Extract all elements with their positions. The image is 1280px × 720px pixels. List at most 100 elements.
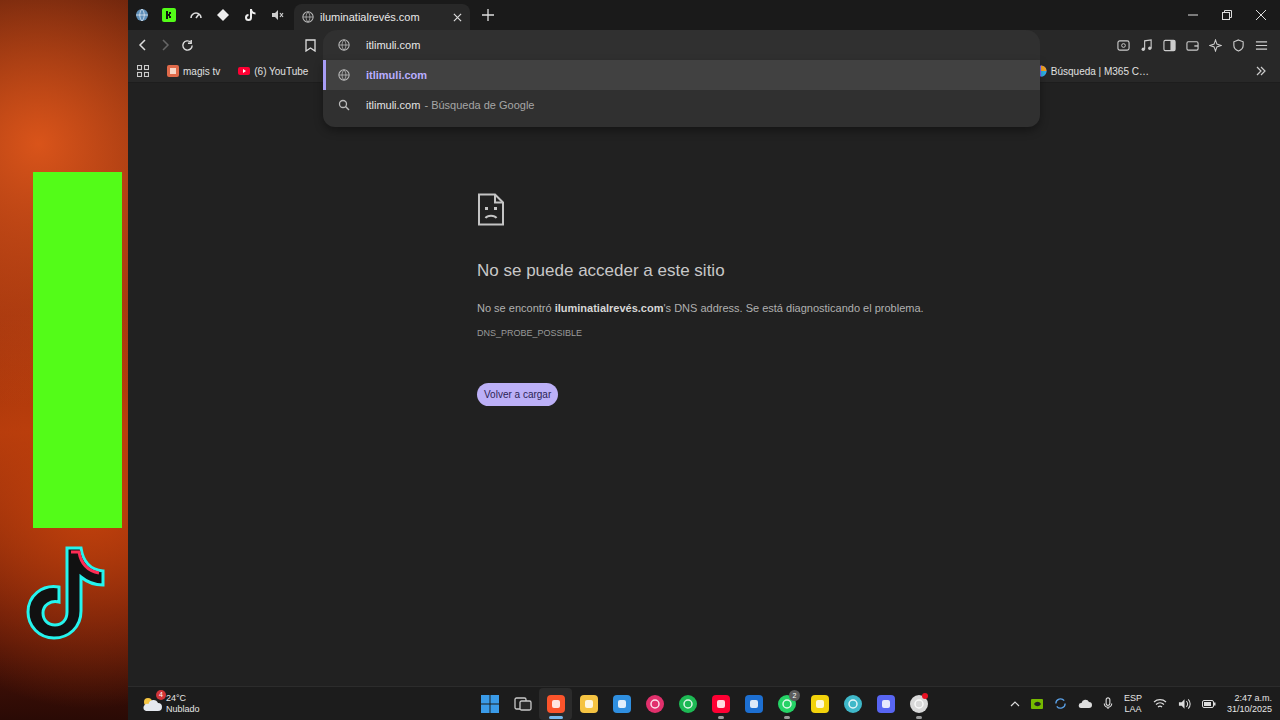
new-tab-plus-icon[interactable] xyxy=(482,9,494,21)
bookmark-button[interactable] xyxy=(299,34,321,56)
battery-icon[interactable] xyxy=(1202,699,1216,709)
error-code: DNS_PROBE_POSSIBLE xyxy=(477,328,582,338)
pinned-tab[interactable] xyxy=(236,3,263,27)
desktop: iluminatialrevés.comitlimuli.comitlimuli… xyxy=(0,0,1280,720)
instagram-icon xyxy=(645,694,665,714)
diamond-icon xyxy=(216,8,230,22)
back-button[interactable] xyxy=(132,34,154,56)
bookmark-item[interactable]: (6) YouTube xyxy=(233,61,313,81)
tiktok-logo-icon xyxy=(19,538,109,648)
reload-page-button[interactable]: Volver a cargar xyxy=(477,383,558,406)
pinned-tab[interactable] xyxy=(263,3,290,27)
suggestion-row[interactable]: itlimuli.com- Búsqueda de Google xyxy=(323,90,1040,120)
gauge-icon xyxy=(189,8,203,22)
tiktok-icon xyxy=(243,8,257,22)
screenshot-button[interactable] xyxy=(1112,34,1134,56)
taskbar-app[interactable] xyxy=(803,688,836,720)
menu-button[interactable] xyxy=(1250,34,1272,56)
suggestion-suffix: - Búsqueda de Google xyxy=(424,99,534,111)
error-title: No se puede acceder a este sitio xyxy=(477,260,725,282)
minimize-icon xyxy=(1188,10,1198,20)
taskbar-app[interactable] xyxy=(902,688,935,720)
close-icon[interactable] xyxy=(453,13,462,22)
bookmark-item[interactable]: magis tv xyxy=(162,61,225,81)
weather-temperature: 24°C xyxy=(166,693,200,704)
browser-tab[interactable]: iluminatialrevés.com xyxy=(294,4,470,30)
grid-icon xyxy=(137,65,149,77)
overlay-graphic xyxy=(33,172,122,528)
restore-icon xyxy=(1222,10,1232,20)
wallet-icon xyxy=(1186,39,1199,52)
taskbar-app[interactable] xyxy=(638,688,671,720)
leo-ai-button[interactable] xyxy=(1204,34,1226,56)
pinned-tab[interactable] xyxy=(155,3,182,27)
forward-arrow-icon xyxy=(159,39,171,51)
taskbar-app[interactable] xyxy=(704,688,737,720)
cloud-icon[interactable] xyxy=(1078,699,1092,709)
taskbar-app[interactable] xyxy=(671,688,704,720)
system-tray: ESPLAA 2:47 a.m.31/10/2025 xyxy=(1010,693,1280,715)
running-indicator xyxy=(784,716,790,719)
suggestion-row[interactable]: itlimuli.com xyxy=(323,60,1040,90)
microphone-icon[interactable] xyxy=(1103,697,1113,710)
windows-start-icon xyxy=(481,695,499,713)
taskbar-app[interactable] xyxy=(539,688,572,720)
music-note-icon xyxy=(1140,39,1153,52)
taskbar-app[interactable] xyxy=(605,688,638,720)
taskbar-app[interactable] xyxy=(836,688,869,720)
globe-icon xyxy=(302,11,314,23)
address-text[interactable]: itlimuli.com xyxy=(366,39,420,51)
keyboard-layout: LAA xyxy=(1124,704,1141,715)
chevron-up-icon[interactable] xyxy=(1010,699,1020,709)
time: 2:47 a.m. xyxy=(1234,693,1272,704)
bookmark-label: Búsqueda | M365 C… xyxy=(1051,66,1149,77)
taskbar-app[interactable] xyxy=(473,688,506,720)
pinned-tab[interactable] xyxy=(209,3,236,27)
taskbar-app[interactable] xyxy=(737,688,770,720)
pinned-tab[interactable] xyxy=(128,3,155,27)
window-controls xyxy=(1176,0,1280,30)
magis-tv-icon xyxy=(167,65,179,77)
tab-strip: iluminatialrevés.com xyxy=(128,0,1280,30)
taskbar: 424°CNublado 2 ESPLAA 2:47 a.m.31/10/2025 xyxy=(128,686,1280,720)
taskbar-app[interactable] xyxy=(869,688,902,720)
shields-button[interactable] xyxy=(1227,34,1249,56)
running-indicator xyxy=(916,716,922,719)
sync-icon[interactable] xyxy=(1054,697,1067,710)
media-button[interactable] xyxy=(1135,34,1157,56)
wallet-button[interactable] xyxy=(1181,34,1203,56)
restore-button[interactable] xyxy=(1210,0,1244,30)
task-view-icon xyxy=(514,695,532,713)
sidebar-button[interactable] xyxy=(1158,34,1180,56)
taskbar-app[interactable] xyxy=(506,688,539,720)
error-message: No se encontró iluminatialrevés.com's DN… xyxy=(477,301,924,315)
hamburger-icon xyxy=(1255,39,1268,52)
weather-badge: 4 xyxy=(156,690,166,700)
minimize-button[interactable] xyxy=(1176,0,1210,30)
close-icon xyxy=(1256,10,1266,20)
taskbar-app[interactable]: 2 xyxy=(770,688,803,720)
more-bookmarks-button[interactable] xyxy=(1250,60,1272,82)
notification-dot xyxy=(922,693,928,699)
suggestion-dropdown: itlimuli.comitlimuli.com- Búsqueda de Go… xyxy=(323,60,1040,127)
bookmark-label: (6) YouTube xyxy=(254,66,308,77)
bookmark-icon xyxy=(305,39,316,52)
back-arrow-icon xyxy=(137,39,149,51)
input-language[interactable]: ESPLAA xyxy=(1124,693,1142,715)
running-indicator xyxy=(549,716,563,719)
search-icon xyxy=(338,99,350,111)
nvidia-icon[interactable] xyxy=(1031,699,1043,709)
address-bar[interactable]: itlimuli.comitlimuli.comitlimuli.com- Bú… xyxy=(323,30,1040,60)
bookmark-item[interactable]: Búsqueda | M365 C… xyxy=(1030,61,1154,81)
kick-icon xyxy=(162,8,176,22)
volume-icon[interactable] xyxy=(1178,698,1191,710)
apps-button[interactable] xyxy=(132,60,154,82)
weather-widget[interactable]: 424°CNublado xyxy=(128,693,473,715)
clock[interactable]: 2:47 a.m.31/10/2025 xyxy=(1227,693,1272,715)
taskbar-app[interactable] xyxy=(572,688,605,720)
close-button[interactable] xyxy=(1244,0,1278,30)
pinned-tab[interactable] xyxy=(182,3,209,27)
forward-button[interactable] xyxy=(154,34,176,56)
reload-button[interactable] xyxy=(176,34,198,56)
wifi-icon[interactable] xyxy=(1153,698,1167,709)
